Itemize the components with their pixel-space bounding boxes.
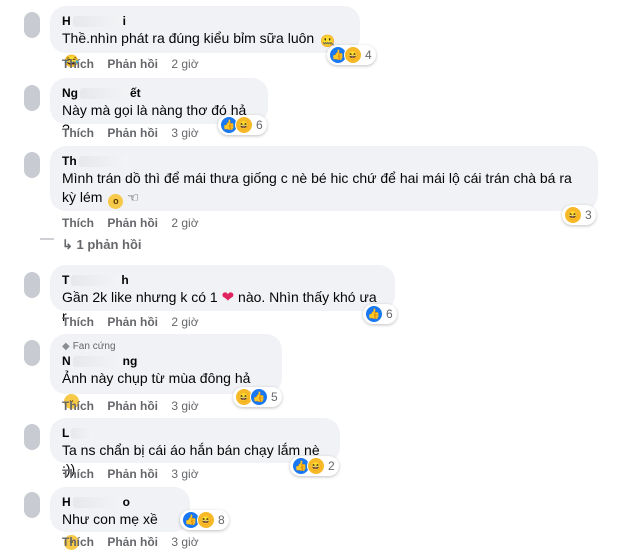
like-button[interactable]: Thích xyxy=(62,535,94,549)
comment-text: Mình trán dồ thì để mái thưa giống c nè … xyxy=(62,169,586,209)
heart-icon: ❤ xyxy=(221,289,235,306)
comment-time[interactable]: 3 giờ xyxy=(171,399,198,413)
comment-author[interactable]: Th xyxy=(62,273,383,288)
reaction-count: 5 xyxy=(271,390,278,404)
reaction-count: 4 xyxy=(365,48,372,62)
comment-bubble: Ho Như con mẹ xề ᵕ xyxy=(50,487,190,550)
like-button[interactable]: Thích xyxy=(62,57,94,71)
reply-button[interactable]: Phản hồi xyxy=(107,315,158,329)
comment-actions: Thích Phản hồi 3 giờ xyxy=(62,466,209,482)
comment-bubble: Th Mình trán dồ thì để mái thưa giống c … xyxy=(50,146,598,211)
comment-author[interactable]: Hi xyxy=(62,14,348,29)
haha-icon: 😆 xyxy=(344,46,362,64)
comment-author[interactable]: Ho xyxy=(62,495,178,510)
avatar[interactable] xyxy=(24,152,40,178)
like-button[interactable]: Thích xyxy=(62,126,94,140)
comment-author[interactable]: Nng xyxy=(62,354,270,369)
haha-icon: 😆 xyxy=(564,206,582,224)
haha-icon: 😆 xyxy=(307,457,325,475)
view-replies-link[interactable]: ↳ 1 phản hồi xyxy=(62,237,142,253)
haha-icon: 😆 xyxy=(197,511,215,529)
reaction-count: 3 xyxy=(585,208,592,222)
comment-time[interactable]: 2 giờ xyxy=(171,216,198,230)
comment-bubble: Th Gần 2k like nhưng k có 1 ❤ nào. Nhìn … xyxy=(50,265,395,324)
comment-time[interactable]: 3 giờ xyxy=(171,467,198,481)
comment-author[interactable]: Th xyxy=(62,154,586,169)
reaction-summary[interactable]: 👍 😆 8 xyxy=(180,510,229,530)
comment-time[interactable]: 2 giờ xyxy=(171,315,198,329)
comment-time[interactable]: 3 giờ xyxy=(171,535,198,549)
avatar[interactable] xyxy=(24,492,40,518)
reaction-summary[interactable]: 👍 😆 2 xyxy=(290,456,339,476)
haha-icon: 😆 xyxy=(235,116,253,134)
avatar[interactable] xyxy=(24,424,40,450)
pointing-hand-icon: ☜ xyxy=(127,190,139,205)
comment-actions: Thích Phản hồi 3 giờ xyxy=(62,398,209,414)
avatar[interactable] xyxy=(24,85,40,111)
reply-button[interactable]: Phản hồi xyxy=(107,126,158,140)
reply-button[interactable]: Phản hồi xyxy=(107,535,158,549)
reaction-count: 6 xyxy=(256,118,263,132)
reaction-summary[interactable]: 😆 👍 5 xyxy=(233,387,282,407)
like-icon: 👍 xyxy=(250,388,268,406)
comment-time[interactable]: 3 giờ xyxy=(171,126,198,140)
avatar[interactable] xyxy=(24,272,40,298)
like-button[interactable]: Thích xyxy=(62,216,94,230)
reaction-count: 8 xyxy=(218,513,225,527)
reply-button[interactable]: Phản hồi xyxy=(107,399,158,413)
astonished-emoji-icon: o xyxy=(108,194,124,209)
comment-actions: Thích Phản hồi 2 giờ xyxy=(62,215,209,231)
comment-actions: Thích Phản hồi 2 giờ xyxy=(62,56,209,72)
comment-author[interactable]: Ng ết xyxy=(62,86,256,101)
comment-author[interactable]: L xyxy=(62,426,328,441)
like-icon: 👍 xyxy=(365,305,383,323)
like-button[interactable]: Thích xyxy=(62,399,94,413)
comment-bubble: Hi Thề.nhìn phát ra đúng kiểu bỉm sữa lu… xyxy=(50,6,360,68)
avatar[interactable] xyxy=(24,12,40,38)
comment-actions: Thích Phản hồi 3 giờ xyxy=(62,534,209,550)
comment-bubble: ◆ Fan cứng Nng Ảnh này chụp từ mùa đông h… xyxy=(50,334,282,409)
like-button[interactable]: Thích xyxy=(62,467,94,481)
reply-button[interactable]: Phản hồi xyxy=(107,467,158,481)
fan-badge: ◆ Fan cứng xyxy=(62,341,116,352)
reaction-count: 2 xyxy=(328,459,335,473)
reaction-summary[interactable]: 😆 3 xyxy=(562,205,596,225)
reaction-summary[interactable]: 👍 6 xyxy=(363,304,397,324)
reaction-summary[interactable]: 👍 😆 4 xyxy=(327,45,376,65)
thread-line xyxy=(40,238,54,240)
reply-button[interactable]: Phản hồi xyxy=(107,57,158,71)
avatar[interactable] xyxy=(24,340,40,366)
reaction-count: 6 xyxy=(386,307,393,321)
comment-actions: Thích Phản hồi 2 giờ xyxy=(62,314,209,330)
reaction-summary[interactable]: 👍 😆 6 xyxy=(218,115,267,135)
like-button[interactable]: Thích xyxy=(62,315,94,329)
comment-time[interactable]: 2 giờ xyxy=(171,57,198,71)
comment-actions: Thích Phản hồi 3 giờ xyxy=(62,125,209,141)
reply-button[interactable]: Phản hồi xyxy=(107,216,158,230)
diamond-icon: ◆ xyxy=(62,341,70,352)
